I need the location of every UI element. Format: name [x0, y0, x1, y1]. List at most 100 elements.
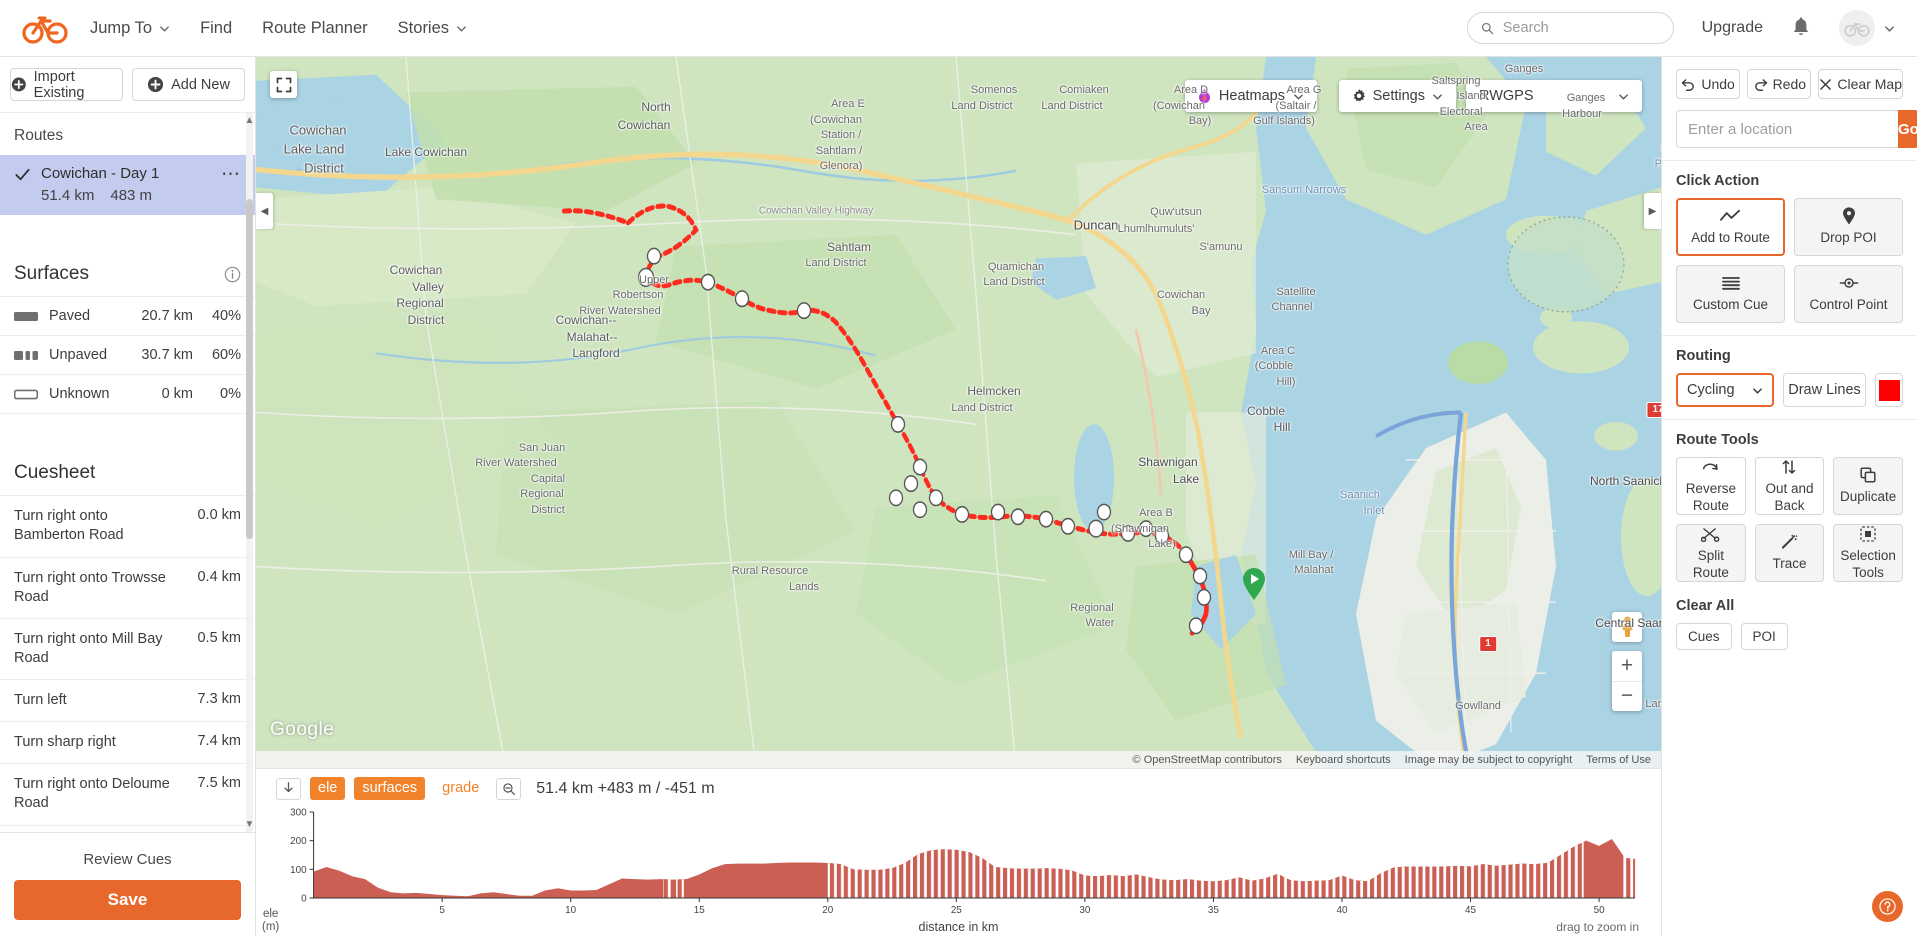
zoom-out-button[interactable]: − [1612, 682, 1642, 712]
nav-route-planner[interactable]: Route Planner [262, 19, 368, 38]
routing-section: Routing Cycling Draw Lines [1662, 336, 1917, 420]
upgrade-link[interactable]: Upgrade [1702, 19, 1763, 37]
basemap-value: RWGPS [1479, 88, 1534, 104]
undo-button[interactable]: Undo [1676, 69, 1741, 99]
scissors-icon [1701, 525, 1720, 543]
download-icon[interactable] [276, 777, 301, 800]
fullscreen-toggle-button[interactable] [270, 71, 297, 98]
control-point-button[interactable]: Control Point [1794, 265, 1903, 323]
nav-jump-to[interactable]: Jump To [90, 19, 170, 38]
nav-find[interactable]: Find [200, 19, 232, 38]
add-to-route-button[interactable]: Add to Route [1676, 198, 1785, 256]
clear-map-button[interactable]: Clear Map [1818, 69, 1903, 99]
chevron-down-icon [1753, 387, 1762, 394]
elevation-chip-surfaces[interactable]: surfaces [354, 777, 426, 801]
go-button[interactable]: Go [1898, 110, 1917, 148]
app-body: Import Existing Add New Routes Cowichan … [0, 57, 1917, 936]
zoom-in-button[interactable]: + [1612, 651, 1642, 682]
elevation-chart[interactable]: 0 100 200 300 5 10 15 20 25 30 35 40 45 50 [276, 804, 1641, 924]
list-item[interactable]: Turn left 7.3 km [0, 679, 255, 721]
route-options-menu-icon[interactable]: ⋯ [221, 165, 241, 184]
list-item[interactable]: Cowichan - Day 1 51.4 km 483 m ⋯ [0, 155, 255, 216]
route-distance: 51.4 km [41, 187, 95, 205]
collapse-left-panel-button[interactable]: ◀ [256, 193, 273, 229]
surface-type: Paved [49, 308, 91, 325]
search-input[interactable] [1502, 20, 1660, 36]
add-new-button[interactable]: Add New [132, 68, 245, 101]
chevron-down-icon [1433, 93, 1442, 100]
up-down-arrow-icon [1781, 458, 1797, 476]
surface-type: Unknown [49, 386, 110, 403]
zoom-out-icon[interactable] [496, 777, 522, 800]
sidebar-action-buttons: Import Existing Add New [0, 57, 255, 113]
trace-label: Trace [1772, 556, 1807, 572]
routing-row: Cycling Draw Lines [1676, 373, 1903, 407]
route-color-picker[interactable] [1875, 373, 1903, 407]
selection-tools-label: Selection Tools [1840, 548, 1896, 580]
trace-button[interactable]: Trace [1754, 524, 1825, 582]
redo-button[interactable]: Redo [1747, 69, 1812, 99]
route-elevation: 483 m [110, 187, 153, 205]
cue-text: Turn right onto Deloume Road [14, 776, 170, 812]
x-tick-label: 5 [439, 905, 445, 916]
sidebar-scrollbar-thumb[interactable] [246, 199, 253, 539]
list-item[interactable]: Turn sharp left onto Deloume Road7.5 km [0, 824, 255, 833]
list-item[interactable]: Turn right onto Mill Bay Road 0.5 km [0, 617, 255, 679]
cue-distance: 7.4 km [197, 733, 241, 750]
help-button[interactable] [1872, 891, 1903, 922]
draw-lines-button[interactable]: Draw Lines [1783, 373, 1866, 407]
bicycle-logo-icon[interactable] [22, 11, 68, 45]
unpaved-swatch-icon [14, 350, 38, 360]
collapse-right-panel-button[interactable]: ▶ [1644, 193, 1661, 229]
bell-icon[interactable] [1791, 17, 1811, 39]
map-canvas[interactable]: Heatmaps Settings RWGPS + − Google © Ope… [256, 57, 1661, 768]
x-tick-label: 10 [565, 905, 576, 916]
location-input[interactable] [1676, 110, 1898, 148]
undo-label: Undo [1701, 76, 1735, 92]
save-button[interactable]: Save [14, 880, 241, 920]
review-cues-link[interactable]: Review Cues [14, 843, 241, 880]
list-item[interactable]: Turn right onto Bamberton Road 0.0 km [0, 495, 255, 556]
nav-stories[interactable]: Stories [398, 19, 467, 38]
list-item[interactable]: Turn right onto Deloume Road 7.5 km [0, 763, 255, 824]
basemap-select[interactable]: RWGPS [1466, 80, 1642, 112]
heatmaps-button[interactable]: Heatmaps [1184, 80, 1317, 112]
custom-cue-button[interactable]: Custom Cue [1676, 265, 1785, 323]
scroll-down-arrow-icon[interactable]: ▼ [244, 819, 255, 830]
terms-of-use-link[interactable]: Terms of Use [1586, 754, 1651, 766]
account-menu[interactable] [1839, 10, 1895, 46]
list-item[interactable]: Turn right onto Trowsse Road 0.4 km [0, 556, 255, 618]
drop-poi-button[interactable]: Drop POI [1794, 198, 1903, 256]
elevation-toolbar: ele surfaces grade 51.4 km +483 m / -451… [256, 769, 1661, 804]
plus-circle-icon [148, 76, 164, 93]
elevation-profile-svg: 0 100 200 300 5 10 15 20 25 30 35 40 45 50 [290, 808, 1636, 916]
target-icon [1839, 274, 1859, 292]
clear-cues-button[interactable]: Cues [1676, 623, 1732, 650]
street-view-pegman-icon[interactable] [1612, 612, 1642, 642]
search-box[interactable] [1466, 12, 1674, 44]
routing-mode-value: Cycling [1687, 382, 1735, 398]
out-and-back-label: Out and Back [1765, 481, 1814, 513]
list-item[interactable]: Turn sharp right 7.4 km [0, 721, 255, 763]
redo-arrow-icon [1754, 78, 1767, 91]
elevation-chip-ele[interactable]: ele [310, 777, 346, 801]
import-existing-button[interactable]: Import Existing [10, 68, 123, 101]
scroll-up-arrow-icon[interactable]: ▲ [244, 115, 255, 126]
selection-tools-button[interactable]: Selection Tools [1833, 524, 1903, 582]
route-start-marker[interactable] [1241, 567, 1267, 604]
reverse-route-button[interactable]: Reverse Route [1676, 457, 1746, 515]
duplicate-button[interactable]: Duplicate [1833, 457, 1903, 515]
out-and-back-button[interactable]: Out and Back [1754, 457, 1825, 515]
info-icon[interactable] [224, 266, 241, 283]
routing-mode-select[interactable]: Cycling [1676, 373, 1774, 407]
clear-poi-button[interactable]: POI [1740, 623, 1788, 650]
map-settings-button[interactable]: Settings [1338, 80, 1456, 112]
chevron-down-icon [160, 25, 169, 32]
polyline-icon [1720, 207, 1741, 225]
keyboard-shortcuts-link[interactable]: Keyboard shortcuts [1296, 754, 1391, 766]
elevation-chip-grade[interactable]: grade [434, 777, 487, 800]
search-icon [1481, 22, 1494, 34]
split-route-button[interactable]: Split Route [1676, 524, 1746, 582]
route-tools-title: Route Tools [1676, 432, 1759, 448]
nav-jump-to-label: Jump To [90, 18, 153, 37]
